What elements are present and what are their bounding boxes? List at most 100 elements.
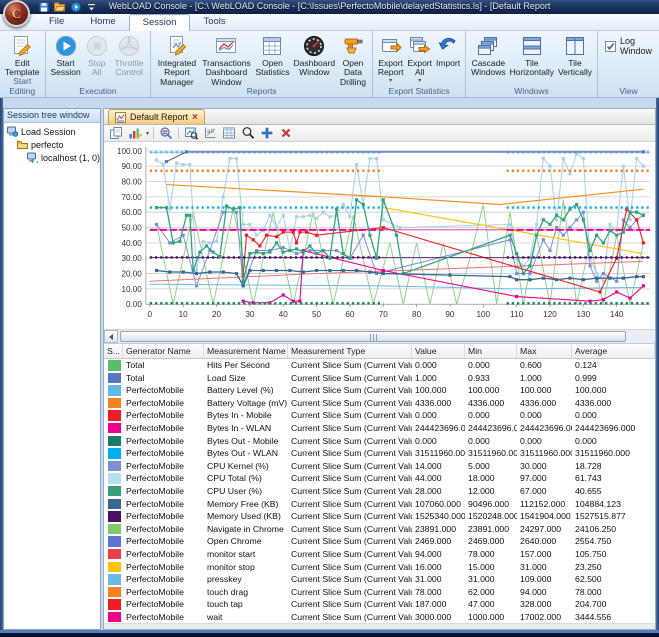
series-color-swatch bbox=[108, 435, 121, 447]
table-row[interactable]: Total Load Size Current Slice Sum (Current… bbox=[104, 372, 655, 385]
cell-average: 204.700 bbox=[575, 599, 607, 610]
start-session-button[interactable]: Start Session bbox=[49, 33, 83, 79]
table-row[interactable]: PerfectoMobile monitor stop Current Slice … bbox=[104, 561, 655, 574]
export-report-button[interactable]: Export Report ▾ bbox=[376, 33, 406, 85]
svg-text:100.00: 100.00 bbox=[117, 147, 142, 156]
cell-min: 62.000 bbox=[468, 586, 495, 597]
table-row[interactable]: PerfectoMobile Bytes In - Mobile Current S… bbox=[104, 409, 655, 422]
column-header-average[interactable]: Average bbox=[572, 344, 655, 358]
table-row[interactable]: PerfectoMobile Bytes Out - Mobile Current … bbox=[104, 435, 655, 448]
table-row[interactable]: PerfectoMobile touch tap Current Slice Sum… bbox=[104, 598, 655, 611]
table-row[interactable]: Total Hits Per Second Current Slice Sum (C… bbox=[104, 359, 655, 372]
table-row[interactable]: PerfectoMobile Bytes Out - WLAN Current Sl… bbox=[104, 447, 655, 460]
table-row[interactable]: PerfectoMobile Bytes In - WLAN Current Sli… bbox=[104, 422, 655, 435]
title-bar[interactable]: WebLOAD Console - [C:\ WebLOAD Console -… bbox=[0, 0, 659, 14]
table-row[interactable]: PerfectoMobile Battery Level (%) Current S… bbox=[104, 384, 655, 397]
table-row[interactable]: PerfectoMobile wait Current Slice Sum (Cur… bbox=[104, 611, 655, 624]
cell-max: 1.000 bbox=[520, 372, 542, 383]
chevron-down-icon[interactable]: ▾ bbox=[146, 130, 149, 137]
magnifier-icon[interactable] bbox=[240, 126, 256, 141]
sql-filter-icon[interactable] bbox=[158, 126, 174, 141]
svg-text:60: 60 bbox=[345, 310, 355, 319]
dashboard-window-button[interactable]: Dashboard Window bbox=[291, 33, 337, 79]
scroll-left-arrow-icon[interactable] bbox=[104, 330, 118, 343]
menu-tab-file[interactable]: File bbox=[36, 14, 77, 31]
open-data-drilling-button[interactable]: Open Data Drilling bbox=[337, 33, 369, 88]
add-icon[interactable] bbox=[259, 126, 275, 141]
cell-max: 328.000 bbox=[520, 599, 552, 610]
cell-measurement: touch drag bbox=[207, 586, 249, 597]
customize-qat-icon[interactable] bbox=[86, 2, 97, 13]
ribbon-group-view: Log Window View bbox=[598, 31, 659, 97]
chevron-down-icon[interactable]: ▾ bbox=[418, 78, 421, 85]
column-header-min[interactable]: Min bbox=[465, 344, 517, 358]
import-button[interactable]: Import bbox=[434, 33, 462, 69]
column-header-s-[interactable]: S... bbox=[104, 344, 123, 358]
integrated-report-manager-button[interactable]: Integrated Report Manager bbox=[154, 33, 199, 88]
cell-type: Current Slice Sum (Current Value) bbox=[291, 410, 412, 421]
table-row[interactable]: PerfectoMobile CPU Kernel (%) Current Slic… bbox=[104, 460, 655, 473]
save-icon[interactable] bbox=[38, 2, 49, 13]
cell-generator: PerfectoMobile bbox=[126, 523, 184, 534]
tile-vertically-button[interactable]: Tile Vertically bbox=[556, 33, 594, 79]
tree-item-load-session[interactable]: Load Session bbox=[5, 125, 99, 138]
tree-item-perfecto[interactable]: perfecto bbox=[5, 138, 99, 151]
cell-generator: PerfectoMobile bbox=[126, 561, 184, 572]
ribbon-button-label: Tile Horizontally bbox=[509, 58, 554, 78]
thumb-grip-icon bbox=[369, 328, 378, 346]
cell-value: 31.000 bbox=[415, 574, 442, 585]
menu-tab-tools[interactable]: Tools bbox=[190, 14, 238, 31]
cell-measurement: touch tap bbox=[207, 599, 243, 610]
menu-tab-home[interactable]: Home bbox=[77, 14, 128, 31]
table-row[interactable]: PerfectoMobile presskey Current Slice Sum … bbox=[104, 573, 655, 586]
chevron-down-icon[interactable]: ▾ bbox=[389, 78, 392, 85]
column-header-generator-name[interactable]: Generator Name bbox=[123, 344, 204, 358]
column-header-max[interactable]: Max bbox=[517, 344, 572, 358]
table-row[interactable]: PerfectoMobile Memory Free (KB) Current Sl… bbox=[104, 498, 655, 511]
edit-template-icon bbox=[10, 34, 34, 58]
cell-measurement: Battery Voltage (mV) bbox=[207, 397, 288, 408]
axis-labels-icon[interactable]: ab bbox=[202, 126, 218, 141]
log-window-checkbox[interactable]: Log Window bbox=[605, 36, 652, 56]
data-grid-icon[interactable] bbox=[221, 126, 237, 141]
quick-access-toolbar bbox=[38, 1, 97, 13]
remove-icon[interactable] bbox=[278, 126, 294, 141]
table-row[interactable]: PerfectoMobile touch drag Current Slice Su… bbox=[104, 586, 655, 599]
column-header-value[interactable]: Value bbox=[412, 344, 465, 358]
menu-tab-session[interactable]: Session bbox=[128, 14, 191, 31]
column-header-measurement-type[interactable]: Measurement Type bbox=[288, 344, 412, 358]
tree-item-localhost-1-0-[interactable]: localhost (1, 0) bbox=[5, 151, 100, 164]
table-row[interactable]: PerfectoMobile Battery Voltage (mV) Curren… bbox=[104, 397, 655, 410]
column-header-measurement-name[interactable]: Measurement Name bbox=[204, 344, 288, 358]
chart-style-icon[interactable] bbox=[127, 126, 143, 141]
cascade-windows-button[interactable]: Cascade Windows bbox=[469, 33, 507, 79]
scrollbar-thumb[interactable] bbox=[120, 331, 626, 342]
table-row[interactable]: PerfectoMobile Navigate in Chrome Current … bbox=[104, 523, 655, 536]
export-all-button[interactable]: Export All ▾ bbox=[405, 33, 434, 85]
ribbon-button-label: Cascade Windows bbox=[471, 58, 506, 78]
cell-generator: PerfectoMobile bbox=[126, 599, 184, 610]
transactions-dashboard-window-button[interactable]: Transactions Dashboard Window bbox=[199, 33, 253, 88]
start-icon[interactable] bbox=[70, 2, 81, 13]
cell-measurement: monitor stop bbox=[207, 561, 255, 572]
table-row[interactable]: PerfectoMobile CPU User (%) Current Slice … bbox=[104, 485, 655, 498]
table-row[interactable]: PerfectoMobile CPU Total (%) Current Slice… bbox=[104, 472, 655, 485]
copy-icon[interactable] bbox=[108, 126, 124, 141]
application-orb-button[interactable]: C bbox=[3, 0, 30, 27]
tile-horizontally-button[interactable]: Tile Horizontally bbox=[508, 33, 556, 79]
open-folder-icon[interactable] bbox=[54, 2, 65, 13]
checkbox-check-icon[interactable] bbox=[605, 40, 616, 52]
tab-default-report[interactable]: Default Report × bbox=[108, 109, 205, 124]
stop-all-icon bbox=[85, 34, 109, 58]
open-statistics-button[interactable]: Open Statistics bbox=[253, 33, 291, 79]
table-row[interactable]: PerfectoMobile monitor start Current Slice… bbox=[104, 548, 655, 561]
table-row[interactable]: PerfectoMobile Memory Used (KB) Current Sl… bbox=[104, 510, 655, 523]
cell-type: Current Slice Sum (Current Value) bbox=[291, 397, 412, 408]
ribbon-group-windows: Cascade Windows Tile Horizontally Tile Ver… bbox=[466, 31, 598, 97]
table-row[interactable]: PerfectoMobile Open Chrome Current Slice S… bbox=[104, 535, 655, 548]
cell-average: 0.999 bbox=[575, 372, 597, 383]
edit-template-button[interactable]: Edit Template bbox=[3, 33, 42, 79]
cell-value: 31511960.000 bbox=[415, 448, 465, 459]
zoom-chart-icon[interactable] bbox=[183, 126, 199, 141]
close-icon[interactable]: × bbox=[192, 112, 198, 122]
